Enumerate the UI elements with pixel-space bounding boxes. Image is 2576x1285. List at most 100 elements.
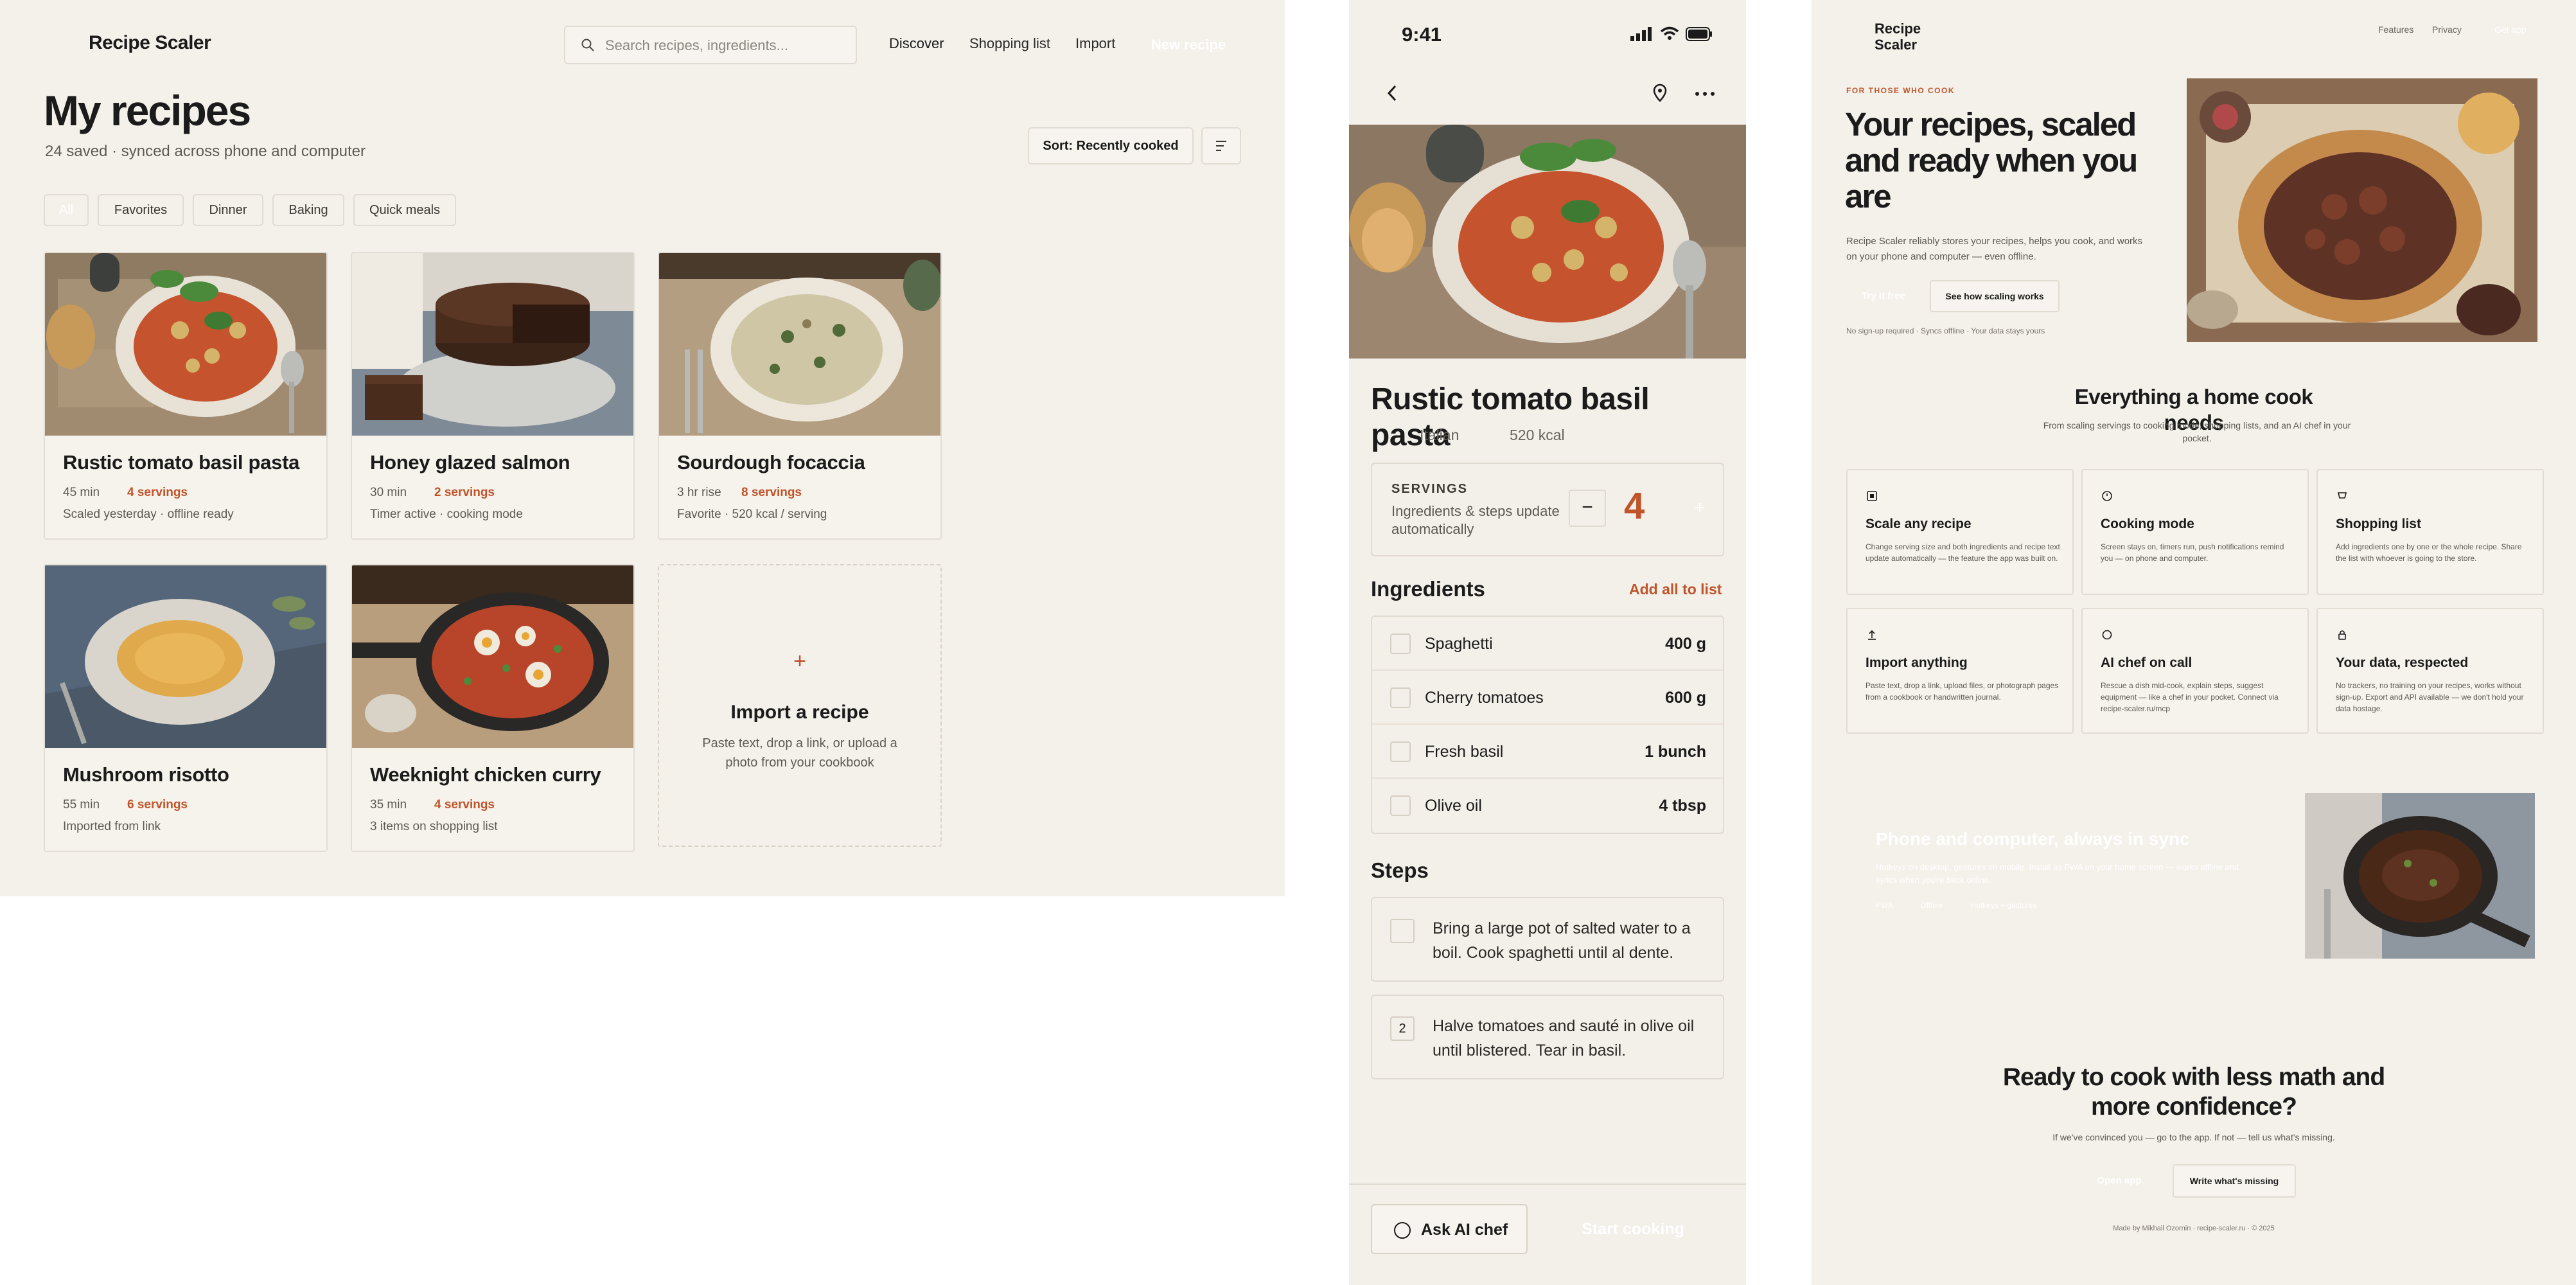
ingredient-row[interactable]: Spaghetti 400 g [1372,617,1723,671]
feature-card: AI chef on call Rescue a dish mid-cook, … [2081,608,2309,734]
recipe-note: 3 items on shopping list [370,820,498,833]
features-subheading: From scaling servings to cooking mode, s… [2043,420,2351,443]
ingredient-amount: 400 g [1665,635,1706,653]
ingredient-row[interactable]: Cherry tomatoes 600 g [1372,671,1723,725]
nav-shopping-list[interactable]: Shopping list [969,35,1050,52]
new-recipe-button[interactable]: New recipe [1132,28,1245,62]
nav-discover[interactable]: Discover [889,35,944,52]
start-cooking-button[interactable]: Start cooking [1542,1204,1724,1254]
import-title: Import a recipe [730,702,869,723]
recipe-cuisine: Italian [1420,427,1460,443]
recipe-card[interactable]: Rustic tomato basil pasta 45 min 4 servi… [44,252,328,540]
location-pin-icon[interactable] [1651,82,1669,104]
ask-ai-chef-label: Ask AI chef [1421,1221,1508,1239]
page-title: My recipes [44,87,251,134]
signal-icon [1630,27,1652,41]
recipe-title: Rustic tomato basil pasta [63,451,300,474]
ingredient-row[interactable]: Olive oil 4 tbsp [1372,779,1723,833]
logo-line-1: Recipe [1875,21,1921,37]
filter-icon [1216,141,1226,151]
increase-servings-button[interactable]: + [1687,490,1713,527]
landing-logo[interactable]: Recipe Scaler [1875,21,1921,53]
ingredient-checkbox[interactable] [1390,634,1411,654]
recipe-card[interactable]: Sourdough focaccia 3 hr rise 8 servings … [658,252,942,540]
nav-features[interactable]: Features [2378,24,2413,35]
back-icon[interactable] [1382,82,1402,104]
footer-text: Made by Mikhail Ozornin · recipe-scaler.… [2113,1225,2275,1232]
recipe-card[interactable]: Honey glazed salmon 30 min 2 servings Ti… [351,252,635,540]
step-number: 1 [1390,919,1415,943]
ingredient-row[interactable]: Fresh basil 1 bunch [1372,725,1723,779]
focaccia-photo [659,253,940,436]
add-all-to-list-link[interactable]: Add all to list [1629,581,1722,598]
recipe-title: Sourdough focaccia [677,451,865,474]
ingredient-checkbox[interactable] [1390,795,1411,816]
chip-quick-meals[interactable]: Quick meals [353,194,456,226]
recipe-card[interactable]: Weeknight chicken curry 35 min 4 serving… [351,564,635,852]
scale-icon [1867,491,1877,501]
steps-heading: Steps [1371,858,1429,882]
nav-privacy[interactable]: Privacy [2432,24,2462,35]
recipe-note: Scaled yesterday · offline ready [63,508,234,521]
sync-tags: PWA Offline Hotkeys + gestures [1876,901,2036,910]
recipe-time: 45 min [63,486,100,499]
ingredient-name: Spaghetti [1425,635,1493,653]
recipe-title: Weeknight chicken curry [370,763,601,786]
recipe-title: Mushroom risotto [63,763,229,786]
salmon-photo [352,253,633,436]
feature-card: Cooking mode Screen stays on, timers run… [2081,469,2309,595]
recipe-hero-photo [1349,125,1746,359]
recipe-calories: 520 kcal [1510,427,1565,443]
recipe-servings: 8 servings [741,486,802,499]
pasta-photo [45,253,326,436]
sync-tag: PWA [1876,901,1893,910]
chef-icon [2102,630,2112,640]
open-app-button[interactable]: Open app [2078,1164,2161,1198]
step-card[interactable]: 1 Bring a large pot of salted water to a… [1371,897,1724,982]
nav-import[interactable]: Import [1075,35,1115,52]
chip-dinner[interactable]: Dinner [193,194,263,226]
curry-photo [352,565,633,748]
more-options-icon[interactable] [1693,85,1716,103]
wifi-icon [1660,26,1679,40]
feature-title: Cooking mode [2101,517,2194,531]
search-input[interactable]: Search recipes, ingredients... [564,26,857,64]
servings-description: Ingredients & steps update automatically [1391,503,1560,537]
see-scaling-button[interactable]: See how scaling works [1930,280,2060,312]
decrease-servings-button[interactable]: − [1569,490,1606,527]
app-logo[interactable]: Recipe Scaler [89,32,211,54]
get-app-button[interactable]: Get app [2480,19,2541,40]
hero-lead: Recipe Scaler reliably stores your recip… [1846,236,2143,262]
chip-all[interactable]: All [44,194,89,226]
chat-icon [1394,1222,1411,1239]
filter-button[interactable] [1201,127,1241,164]
ingredient-checkbox[interactable] [1390,687,1411,708]
write-missing-button[interactable]: Write what's missing [2173,1164,2296,1198]
sync-title: Phone and computer, always in sync [1876,829,2190,849]
page-subtitle: 24 saved · synced across phone and compu… [45,143,366,160]
servings-label: SERVINGS [1391,482,1468,496]
recipe-title: Honey glazed salmon [370,451,570,474]
ingredient-amount: 1 bunch [1645,743,1706,761]
ingredients-list: Spaghetti 400 g Cherry tomatoes 600 g Fr… [1371,616,1724,834]
recipe-card[interactable]: Mushroom risotto 55 min 6 servings Impor… [44,564,328,852]
ingredient-amount: 600 g [1665,689,1706,707]
ask-ai-chef-button[interactable]: Ask AI chef [1371,1204,1528,1254]
import-recipe-card[interactable]: + Import a recipe Paste text, drop a lin… [658,564,942,847]
upload-icon [1868,630,1876,640]
chip-favorites[interactable]: Favorites [98,194,184,226]
lock-icon [2338,630,2346,640]
servings-control: SERVINGS Ingredients & steps update auto… [1371,463,1724,556]
sync-description: Hotkeys on desktop, gestures on mobile. … [1876,862,2239,885]
feature-description: Change serving size and both ingredients… [1866,542,2060,563]
sort-dropdown[interactable]: Sort: Recently cooked [1028,127,1194,164]
try-free-button[interactable]: Try it free [1846,280,1921,312]
step-card[interactable]: 2 Halve tomatoes and sauté in olive oil … [1371,995,1724,1079]
logo-line-2: Scaler [1875,37,1918,53]
ingredient-checkbox[interactable] [1390,741,1411,762]
recipe-note: Favorite · 520 kcal / serving [677,508,827,521]
recipe-note: Timer active · cooking mode [370,508,523,521]
sync-section: Phone and computer, always in sync Hotke… [1846,792,2541,965]
chip-baking[interactable]: Baking [272,194,344,226]
battery-icon [1686,27,1712,41]
